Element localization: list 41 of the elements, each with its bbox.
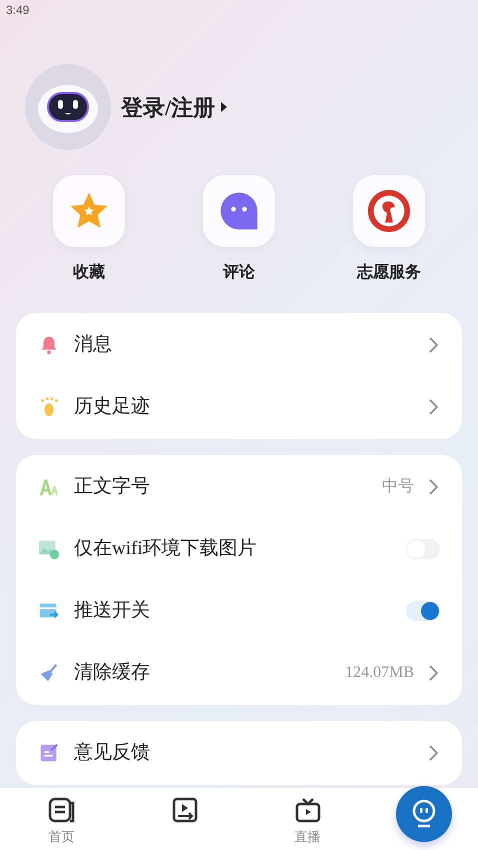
row-label: 历史足迹	[74, 394, 151, 419]
settings-row[interactable]: 推送开关	[16, 580, 462, 642]
chevron-right-icon	[428, 478, 440, 496]
row-label: 意见反馈	[74, 740, 151, 765]
assistant-button[interactable]	[396, 786, 452, 842]
row-label: 消息	[74, 332, 113, 357]
broom-icon	[38, 662, 60, 684]
emblem-icon	[366, 188, 412, 234]
caret-right-icon	[221, 102, 228, 112]
paw-icon	[38, 396, 60, 418]
row-value: 中号	[382, 476, 414, 497]
shortcut-label: 收藏	[73, 262, 105, 283]
chevron-right-icon	[428, 336, 440, 354]
shortcut-button[interactable]	[353, 175, 425, 247]
row-value: 124.07MB	[345, 663, 414, 683]
video-icon	[172, 797, 198, 823]
row-label: 仅在wifi环境下载图片	[74, 536, 258, 561]
row-label: 推送开关	[74, 598, 151, 623]
row-label: 正文字号	[74, 474, 151, 499]
toggle-switch[interactable]	[406, 601, 440, 621]
shortcut-label: 评论	[223, 262, 255, 283]
row-label: 清除缓存	[74, 660, 151, 685]
settings-row[interactable]: 清除缓存 124.07MB	[16, 642, 462, 704]
settings-row[interactable]: 意见反馈	[16, 722, 462, 784]
news-icon	[48, 797, 76, 823]
settings-row[interactable]: 仅在wifi环境下载图片	[16, 518, 462, 580]
settings-row[interactable]: 消息	[16, 314, 462, 376]
nav-tab[interactable]: 首页	[26, 791, 96, 847]
status-time: 3:49	[6, 2, 30, 19]
image-icon	[38, 538, 60, 560]
login-register-link[interactable]: 登录/注册	[121, 90, 228, 124]
chevron-right-icon	[428, 744, 440, 762]
feedback-icon	[38, 742, 60, 764]
settings-row[interactable]: 历史足迹	[16, 376, 462, 438]
settings-row[interactable]: 正文字号 中号	[16, 456, 462, 518]
chevron-right-icon	[428, 664, 440, 682]
shortcut-label: 志愿服务	[357, 262, 421, 283]
chevron-right-icon	[428, 398, 440, 416]
shortcut-button[interactable]	[203, 175, 275, 247]
tv-icon	[294, 797, 320, 823]
nav-tab[interactable]: 直播	[272, 791, 342, 847]
